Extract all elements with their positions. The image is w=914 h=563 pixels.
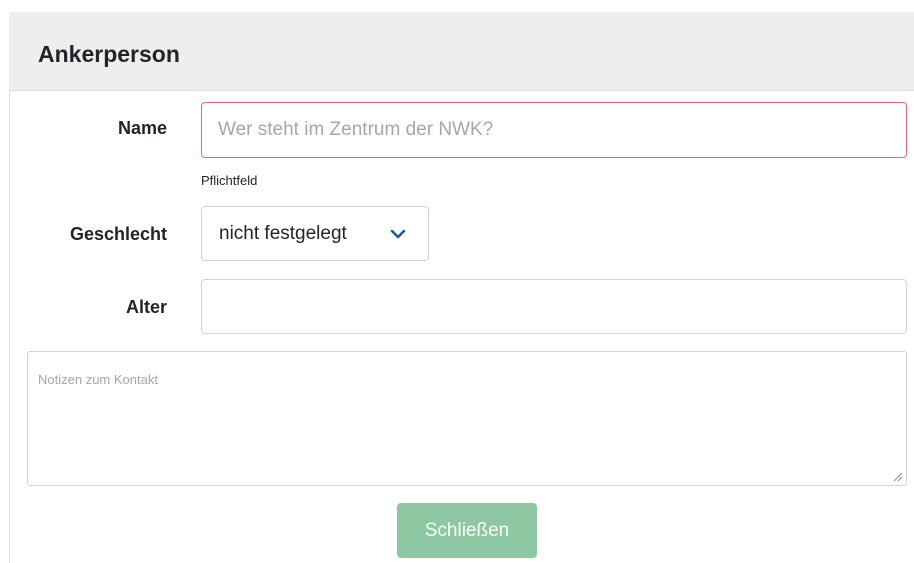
name-label: Name bbox=[117, 118, 167, 138]
panel-title: Ankerperson bbox=[38, 41, 180, 67]
panel-header: Ankerperson bbox=[9, 12, 914, 91]
gender-label: Geschlecht bbox=[69, 224, 167, 244]
close-button[interactable]: Schließen bbox=[397, 503, 537, 558]
age-label: Alter bbox=[125, 297, 167, 317]
name-input[interactable] bbox=[201, 102, 907, 158]
notes-textarea[interactable] bbox=[27, 351, 907, 486]
required-hint: Pflichtfeld bbox=[201, 173, 258, 188]
gender-selected-value: nicht festgelegt bbox=[219, 223, 347, 244]
chevron-down-icon bbox=[390, 229, 406, 239]
age-input[interactable] bbox=[201, 279, 907, 334]
resize-grip-icon[interactable] bbox=[893, 472, 903, 482]
gender-select[interactable]: nicht festgelegt bbox=[201, 206, 429, 261]
